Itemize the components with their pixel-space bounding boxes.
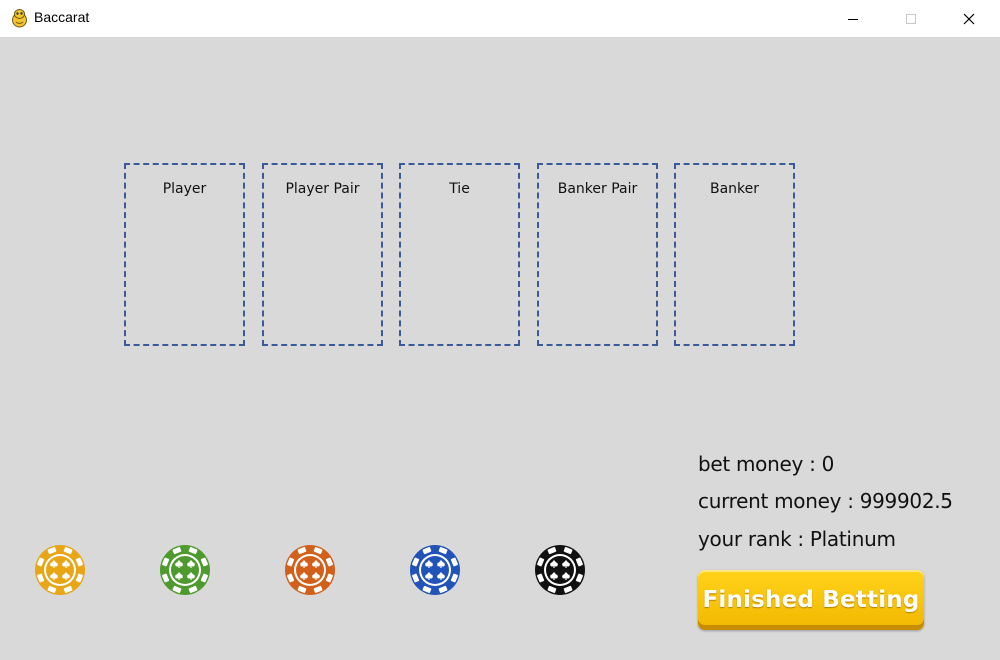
maximize-button[interactable]: [882, 0, 940, 37]
gold-chip-icon[interactable]: [33, 543, 87, 597]
current-money-text: current money : 999902.5: [698, 489, 953, 513]
black-chip-icon[interactable]: [533, 543, 587, 597]
game-table: Player Player Pair Tie Banker Pair Banke…: [0, 37, 1000, 660]
window-title: Baccarat: [34, 9, 90, 25]
bet-area-label: Player Pair: [285, 181, 360, 197]
rank-text: your rank : Platinum: [698, 527, 896, 551]
bet-area-label: Banker Pair: [557, 181, 638, 197]
bet-area-banker[interactable]: Banker: [674, 163, 795, 346]
title-bar: Baccarat: [0, 0, 1000, 37]
bet-area-banker-pair[interactable]: Banker Pair: [537, 163, 658, 346]
minimize-button[interactable]: [824, 0, 882, 37]
pygame-snake-icon: [12, 9, 27, 28]
bet-area-player-pair[interactable]: Player Pair: [262, 163, 383, 346]
maximize-icon: [906, 13, 916, 24]
minimize-icon: [848, 18, 858, 20]
orange-chip-icon[interactable]: [283, 543, 337, 597]
bet-area-tie[interactable]: Tie: [399, 163, 520, 346]
finished-betting-label: Finished Betting: [702, 587, 920, 613]
bet-area-label: Tie: [449, 181, 470, 197]
finished-betting-button[interactable]: Finished Betting: [698, 570, 924, 630]
bet-money-text: bet money : 0: [698, 452, 835, 476]
bet-area-label: Player: [162, 181, 207, 197]
close-button[interactable]: [940, 0, 998, 37]
blue-chip-icon[interactable]: [408, 543, 462, 597]
bet-area-player[interactable]: Player: [124, 163, 245, 346]
bet-area-label: Banker: [709, 181, 760, 197]
close-icon: [963, 13, 975, 24]
green-chip-icon[interactable]: [158, 543, 212, 597]
